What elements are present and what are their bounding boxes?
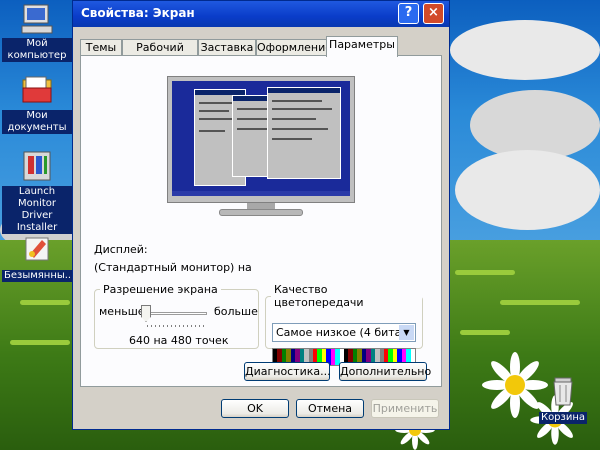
resolution-value: 640 на 480 точек — [129, 334, 229, 347]
desktop-icon-launch-monitor[interactable]: Launch Monitor Driver Installer — [2, 150, 72, 234]
grass-streak — [460, 330, 510, 335]
color-quality-group: Качество цветопередачи Самое низкое (4 б… — [265, 283, 423, 366]
grass-streak — [455, 270, 515, 275]
help-button[interactable]: ? — [398, 3, 419, 24]
display-properties-window: Свойства: Экран ? × Темы Рабочий стол За… — [72, 0, 450, 430]
paint-file-icon — [20, 232, 54, 266]
apply-button: Применить — [371, 399, 439, 418]
title-bar[interactable]: Свойства: Экран ? × — [73, 1, 449, 27]
resolution-group-label: Разрешение экрана — [103, 283, 218, 296]
grass-streak — [10, 340, 70, 345]
tab-appearance[interactable]: Оформление — [256, 39, 332, 56]
advanced-button[interactable]: Дополнительно — [339, 362, 431, 381]
settings-panel: Дисплей: (Стандартный монитор) на Разреш… — [80, 55, 442, 387]
desktop-icon-untitled[interactable]: Безымянны... — [2, 232, 77, 282]
resolution-slider-ticks — [147, 325, 205, 327]
resolution-slider-track[interactable] — [143, 312, 207, 315]
color-quality-selected: Самое низкое (4 бита) — [276, 326, 406, 339]
monitor-preview — [167, 76, 355, 218]
color-quality-group-label: Качество цветопередачи — [274, 283, 364, 309]
desktop-icon-label: Корзина — [538, 412, 588, 424]
tab-desktop[interactable]: Рабочий стол — [122, 39, 198, 69]
grass-streak — [500, 300, 580, 305]
slider-more-label: больше — [214, 305, 258, 318]
tab-settings[interactable]: Параметры — [326, 36, 398, 57]
tab-themes[interactable]: Темы — [80, 39, 122, 56]
display-value: (Стандартный монитор) на — [94, 261, 252, 274]
my-documents-icon — [20, 74, 54, 108]
desktop-icon-label: Мои документы — [2, 110, 72, 134]
desktop-icon-label: Launch Monitor Driver Installer — [2, 186, 72, 234]
wallpaper-cloud — [455, 150, 600, 230]
diagnostics-button[interactable]: Диагностика... — [244, 362, 331, 381]
window-title: Свойства: Экран — [81, 6, 195, 20]
recycle-bin-icon — [546, 374, 580, 408]
chevron-down-icon[interactable]: ▼ — [399, 325, 414, 340]
close-button[interactable]: × — [423, 3, 444, 24]
monitor-screen — [172, 81, 350, 196]
grass-streak — [20, 300, 70, 305]
wallpaper-cloud — [450, 20, 600, 80]
desktop-icon-my-documents[interactable]: Мои документы — [2, 74, 72, 134]
cancel-button[interactable]: Отмена — [296, 399, 364, 418]
monitor-base — [219, 209, 303, 216]
resolution-group: Разрешение экрана меньше больше 640 на 4… — [94, 283, 259, 349]
desktop-icon-my-computer[interactable]: Мой компьютер — [2, 2, 72, 62]
desktop-icon-label: Мой компьютер — [2, 38, 72, 62]
desktop-icon-label: Безымянны... — [2, 270, 77, 282]
my-computer-icon — [20, 2, 54, 36]
installer-icon — [20, 150, 54, 184]
tab-screensaver[interactable]: Заставка — [198, 39, 256, 56]
display-label: Дисплей: — [94, 243, 148, 256]
slider-less-label: меньше — [99, 305, 145, 318]
ok-button[interactable]: OK — [221, 399, 289, 418]
desktop-icon-recycle-bin[interactable]: Корзина — [528, 374, 598, 424]
color-quality-select[interactable]: Самое низкое (4 бита) ▼ — [272, 323, 416, 342]
monitor-bezel — [167, 76, 355, 203]
resolution-slider-thumb[interactable] — [141, 305, 151, 322]
